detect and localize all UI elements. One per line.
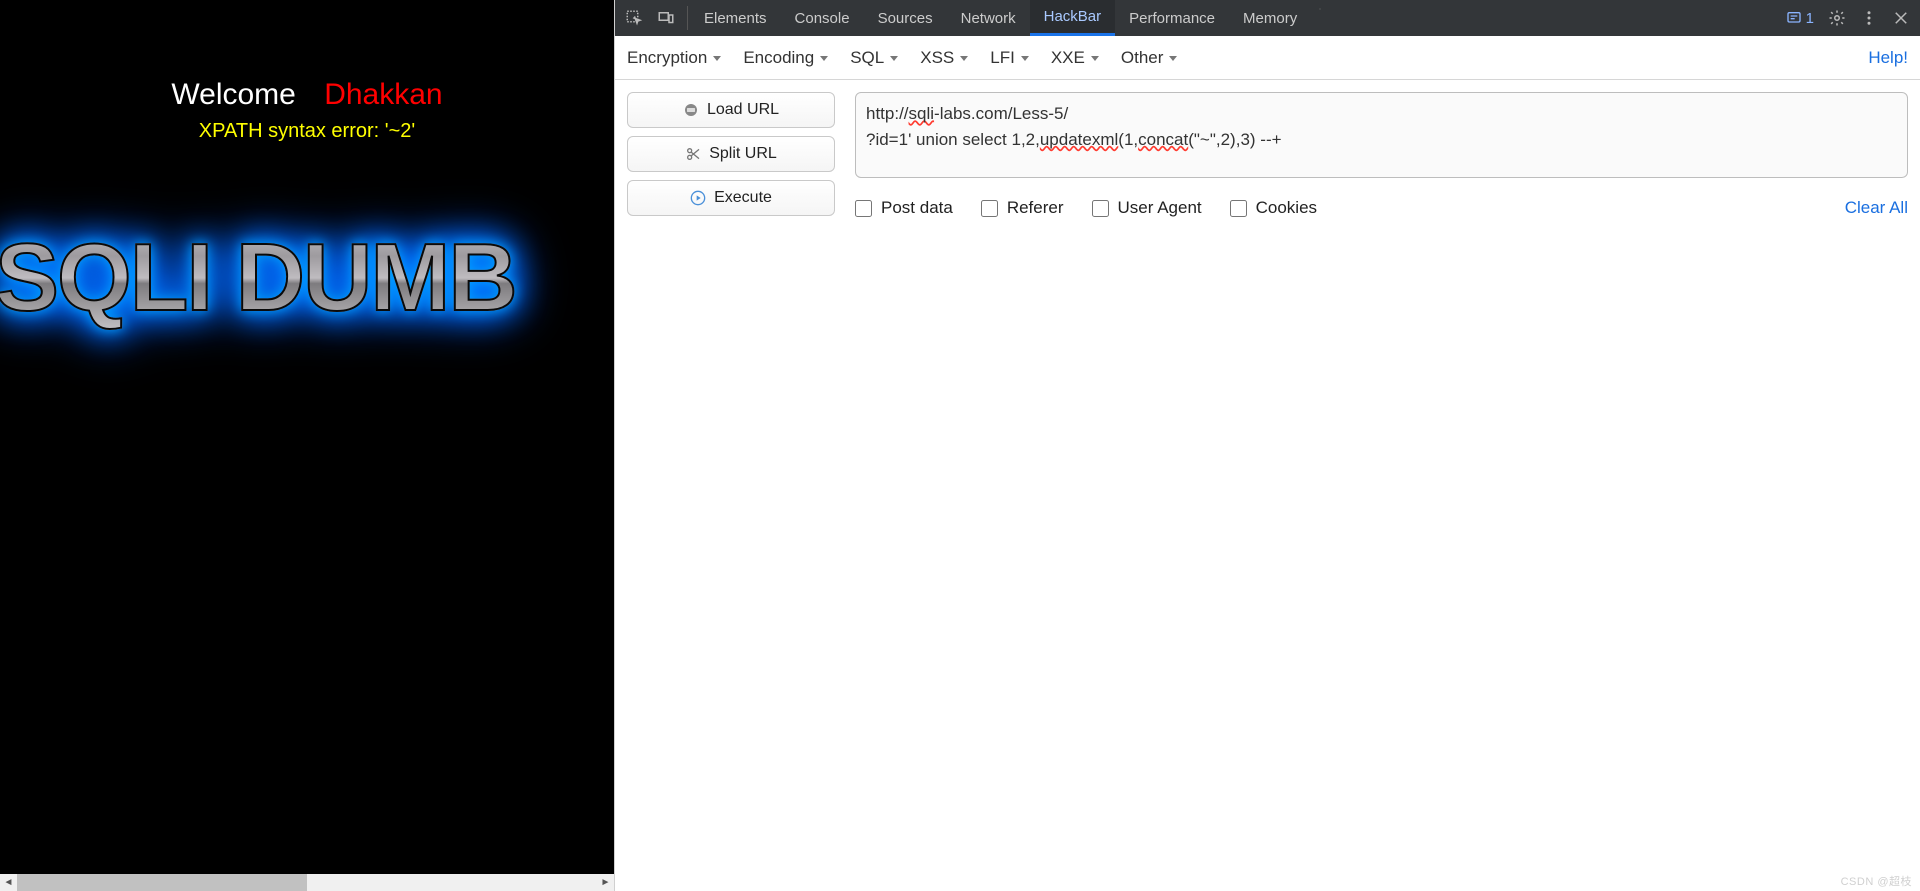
horizontal-scrollbar[interactable]: ◄ ► (0, 874, 614, 891)
scissors-icon (685, 146, 701, 162)
caret-down-icon (1091, 56, 1099, 61)
kebab-menu-icon[interactable] (1860, 9, 1878, 27)
load-url-button[interactable]: Load URL (627, 92, 835, 128)
user-agent-label: User Agent (1118, 198, 1202, 218)
tab-elements[interactable]: Elements (690, 0, 781, 36)
menu-xss[interactable]: XSS (920, 48, 968, 68)
execute-button[interactable]: Execute (627, 180, 835, 216)
hackbar-button-column: Load URL Split URL Execute (627, 92, 835, 216)
post-data-check[interactable]: Post data (855, 198, 953, 218)
devtools-tabstrip: Elements Console Sources Network HackBar… (615, 0, 1920, 36)
menu-other[interactable]: Other (1121, 48, 1178, 68)
menu-encoding-label: Encoding (743, 48, 814, 68)
tab-console[interactable]: Console (781, 0, 864, 36)
referer-check[interactable]: Referer (981, 198, 1064, 218)
tab-memory[interactable]: Memory (1229, 0, 1311, 36)
split-url-button[interactable]: Split URL (627, 136, 835, 172)
caret-down-icon (713, 56, 721, 61)
clear-all-link[interactable]: Clear All (1845, 198, 1908, 218)
tab-sources[interactable]: Sources (864, 0, 947, 36)
close-devtools-icon[interactable] (1892, 9, 1910, 27)
scroll-thumb[interactable] (17, 874, 307, 891)
hackbar-body: Load URL Split URL Execute http://sqli-l… (615, 80, 1920, 230)
cookies-label: Cookies (1256, 198, 1317, 218)
help-link[interactable]: Help! (1868, 48, 1908, 68)
referer-checkbox[interactable] (981, 200, 998, 217)
devtools-left-icons (615, 0, 685, 36)
post-data-checkbox[interactable] (855, 200, 872, 217)
play-icon (690, 190, 706, 206)
page-content: Welcome Dhakkan XPATH syntax error: '~2'… (0, 0, 614, 874)
hackbar-right-column: http://sqli-labs.com/Less-5/?id=1' union… (855, 92, 1908, 218)
device-toggle-icon[interactable] (657, 9, 675, 27)
tab-hackbar[interactable]: HackBar (1030, 0, 1116, 36)
menu-sql-label: SQL (850, 48, 884, 68)
cookies-checkbox[interactable] (1230, 200, 1247, 217)
url-textarea[interactable]: http://sqli-labs.com/Less-5/?id=1' union… (855, 92, 1908, 178)
caret-down-icon (1169, 56, 1177, 61)
menu-encryption[interactable]: Encryption (627, 48, 721, 68)
issues-badge[interactable]: 1 (1786, 10, 1814, 27)
tab-network[interactable]: Network (947, 0, 1030, 36)
caret-down-icon (890, 56, 898, 61)
menu-xxe[interactable]: XXE (1051, 48, 1099, 68)
user-agent-checkbox[interactable] (1092, 200, 1109, 217)
scroll-track[interactable] (17, 874, 597, 891)
settings-icon[interactable] (1828, 9, 1846, 27)
menu-encoding[interactable]: Encoding (743, 48, 828, 68)
execute-label: Execute (714, 189, 772, 207)
page-viewport: Welcome Dhakkan XPATH syntax error: '~2'… (0, 0, 614, 891)
more-tabs-icon[interactable] (1311, 0, 1329, 18)
load-url-label: Load URL (707, 101, 779, 119)
welcome-heading: Welcome Dhakkan (0, 78, 614, 112)
referer-label: Referer (1007, 198, 1064, 218)
welcome-name: Dhakkan (324, 78, 442, 111)
cookies-check[interactable]: Cookies (1230, 198, 1317, 218)
xpath-error-text: XPATH syntax error: '~2' (0, 120, 614, 143)
issues-count: 1 (1806, 10, 1814, 27)
menu-lfi[interactable]: LFI (990, 48, 1029, 68)
menu-other-label: Other (1121, 48, 1164, 68)
inspect-icon[interactable] (625, 9, 643, 27)
menu-xss-label: XSS (920, 48, 954, 68)
split-url-label: Split URL (709, 145, 777, 163)
menu-lfi-label: LFI (990, 48, 1015, 68)
menu-xxe-label: XXE (1051, 48, 1085, 68)
welcome-text: Welcome (171, 78, 295, 111)
watermark-text: CSDN @超枝 (1841, 873, 1912, 889)
hackbar-checks-row: Post data Referer User Agent Cookies Cle… (855, 198, 1908, 218)
caret-down-icon (1021, 56, 1029, 61)
hackbar-toolbar: Encryption Encoding SQL XSS LFI XXE Othe… (615, 36, 1920, 80)
user-agent-check[interactable]: User Agent (1092, 198, 1202, 218)
logo-wrap: SQLI DUMB (0, 223, 614, 333)
caret-down-icon (820, 56, 828, 61)
caret-down-icon (960, 56, 968, 61)
devtools-panel: Elements Console Sources Network HackBar… (614, 0, 1920, 891)
menu-encryption-label: Encryption (627, 48, 707, 68)
tab-performance[interactable]: Performance (1115, 0, 1229, 36)
scroll-right-arrow-icon[interactable]: ► (597, 874, 614, 891)
post-data-label: Post data (881, 198, 953, 218)
menu-sql[interactable]: SQL (850, 48, 898, 68)
sqli-logo-text: SQLI DUMB (0, 223, 516, 333)
load-url-icon (683, 102, 699, 118)
scroll-left-arrow-icon[interactable]: ◄ (0, 874, 17, 891)
